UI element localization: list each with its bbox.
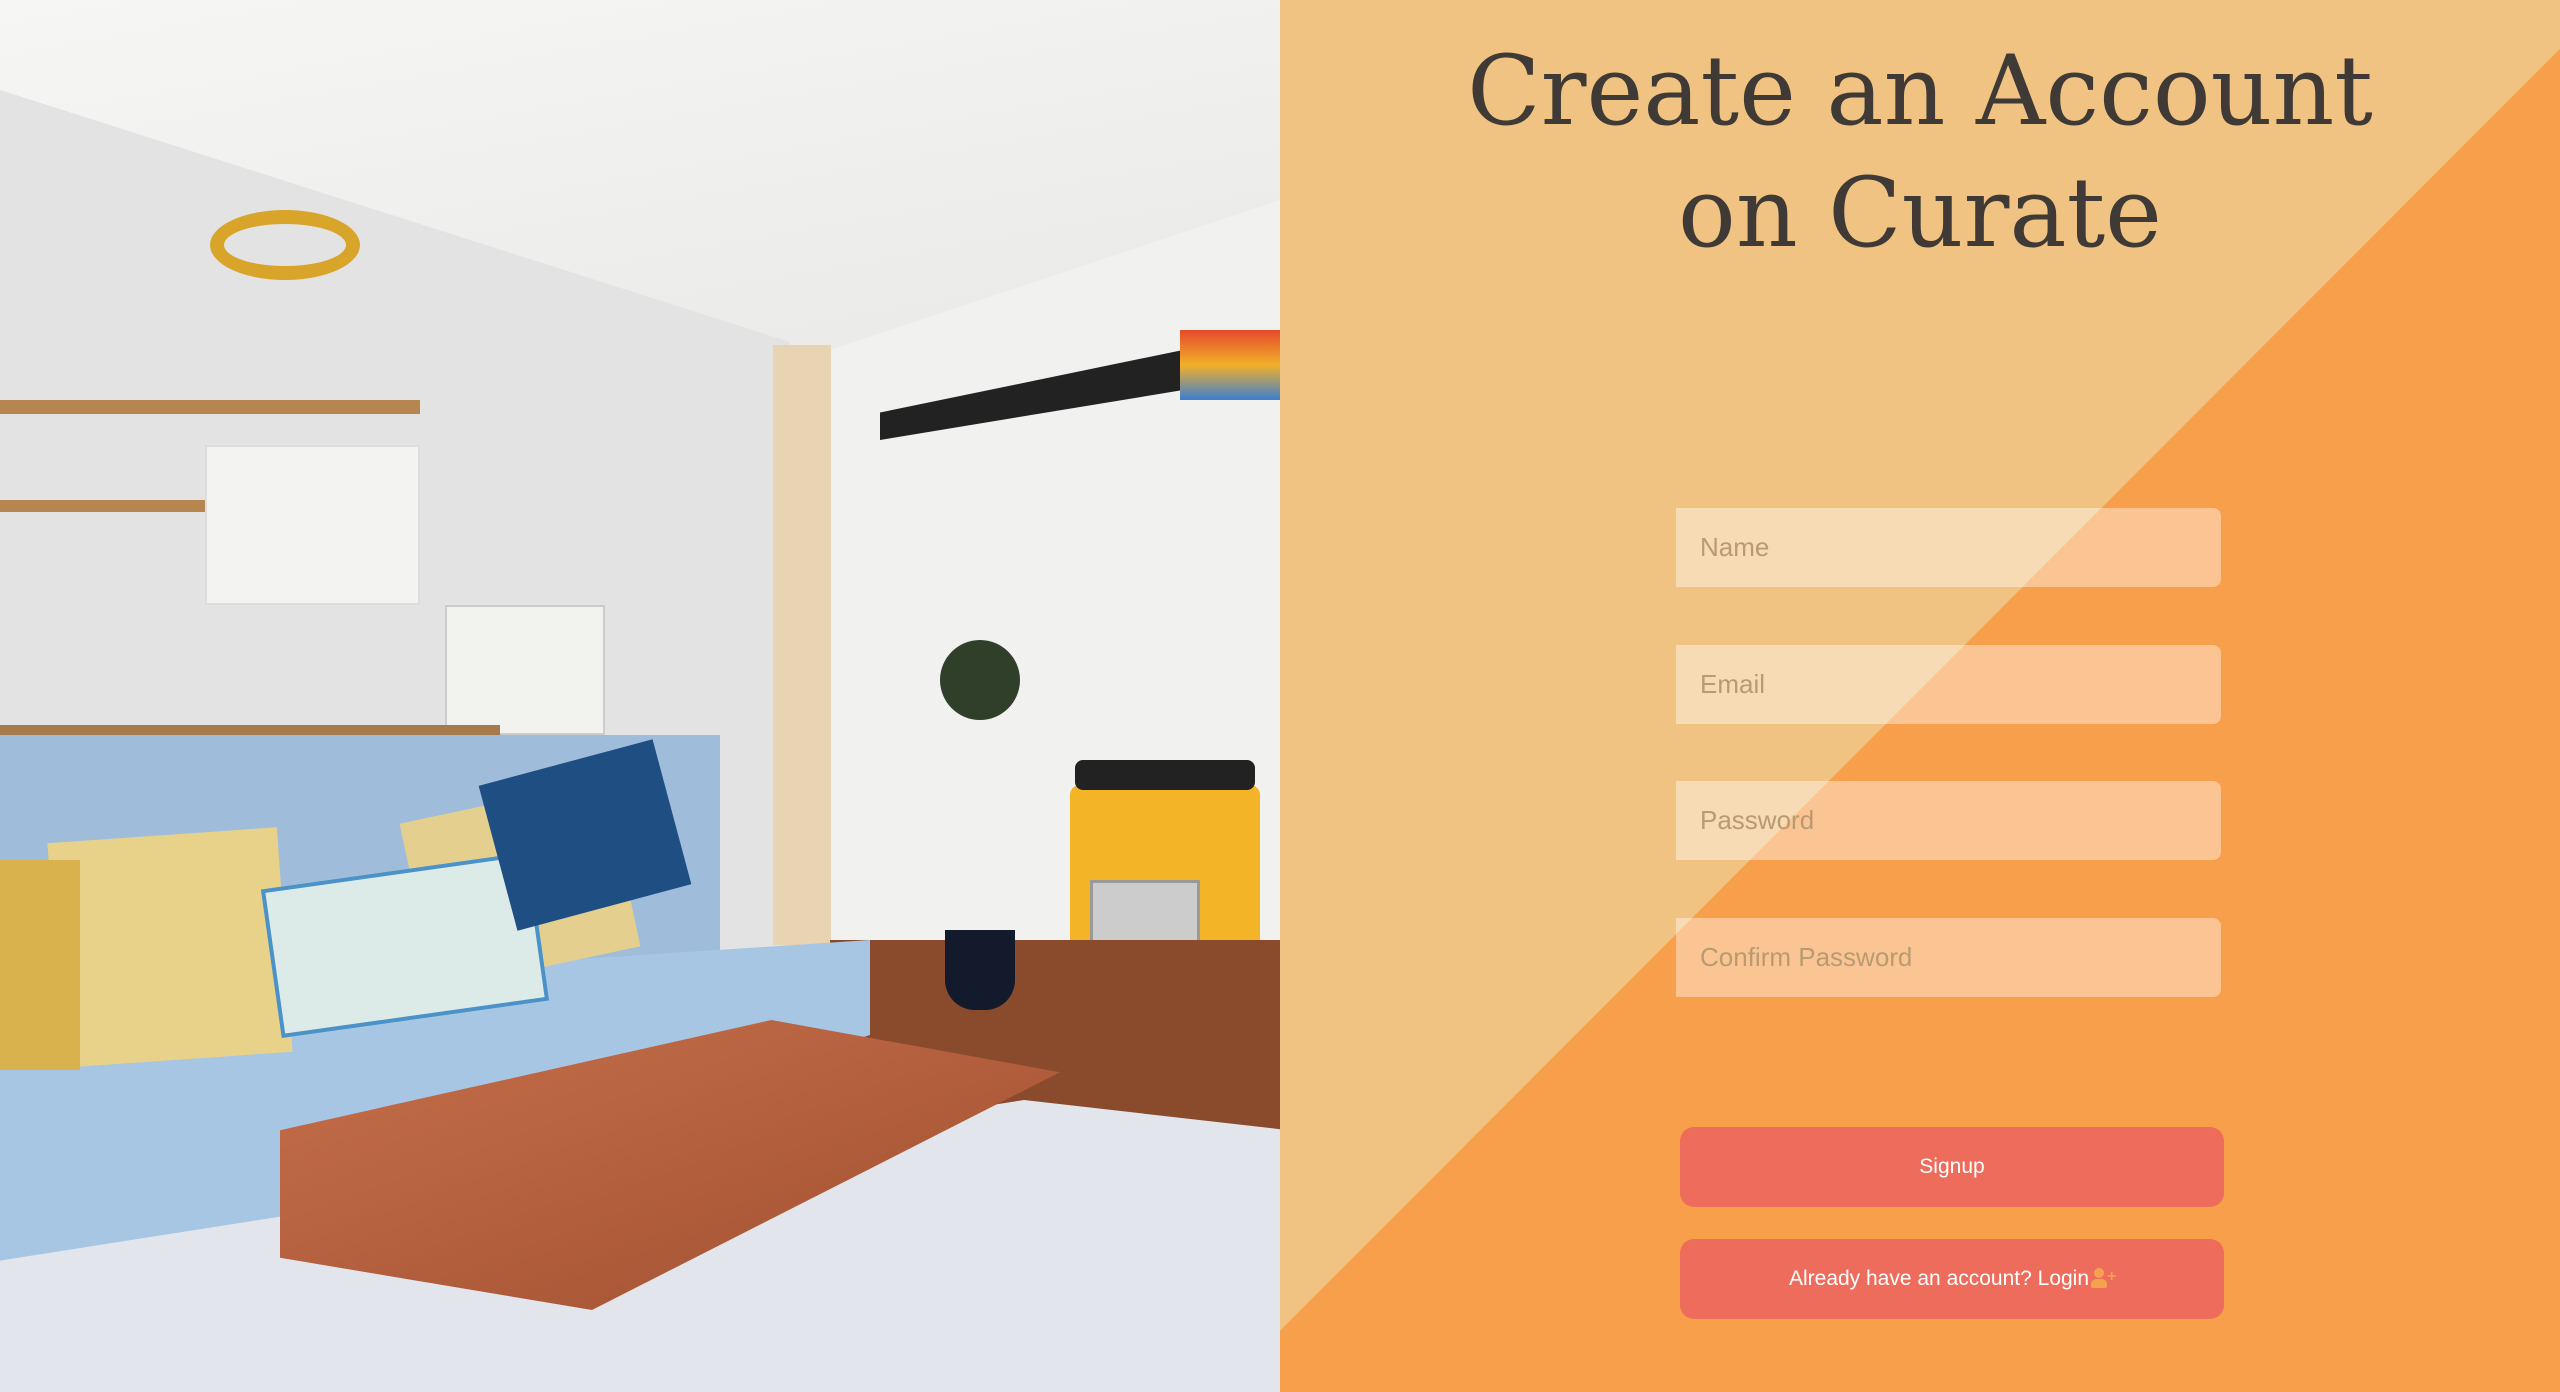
login-label: Already have an account? Login bbox=[1788, 1267, 2090, 1290]
title-line-1: Create an Account bbox=[1467, 35, 2373, 147]
signup-label: Signup bbox=[1919, 1155, 1985, 1178]
title-line-2: on Curate bbox=[1678, 157, 2162, 269]
signup-panel: Create an Account on Curate Signup Alrea… bbox=[1280, 0, 2560, 1392]
signup-button[interactable]: Signup bbox=[1680, 1127, 2224, 1207]
name-input[interactable] bbox=[1676, 508, 2221, 587]
email-input[interactable] bbox=[1676, 645, 2221, 724]
living-room-photo bbox=[0, 0, 1280, 1392]
password-input[interactable] bbox=[1676, 781, 2221, 860]
user-plus-icon: + bbox=[2091, 1268, 2116, 1290]
login-button[interactable]: Already have an account? Login + bbox=[1680, 1239, 2224, 1319]
page-title: Create an Account on Curate bbox=[1280, 30, 2560, 274]
confirm-password-input[interactable] bbox=[1676, 918, 2221, 997]
